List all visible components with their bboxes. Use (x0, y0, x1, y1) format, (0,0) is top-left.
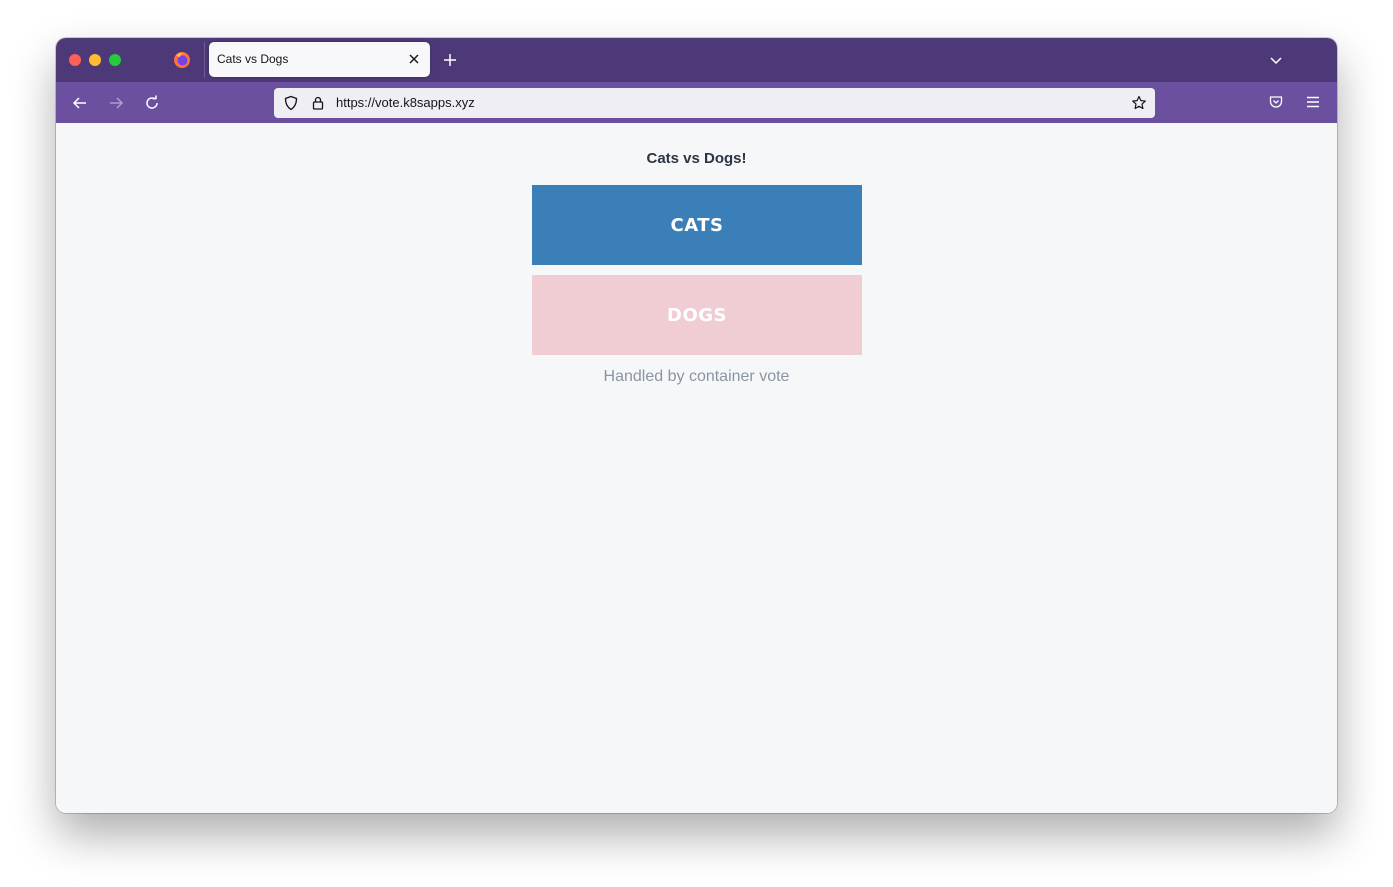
url-text[interactable]: https://vote.k8sapps.xyz (336, 95, 475, 110)
vote-cats-button[interactable]: CATS (532, 185, 862, 265)
page-content: Cats vs Dogs! CATS DOGS Handled by conta… (56, 123, 1337, 813)
container-info-text: Handled by container vote (603, 368, 790, 385)
chevron-down-icon[interactable] (1268, 52, 1284, 68)
tab-cats-vs-dogs[interactable]: Cats vs Dogs (209, 42, 430, 77)
url-bar[interactable]: https://vote.k8sapps.xyz (274, 88, 1155, 118)
window-close-button[interactable] (69, 54, 81, 66)
arrow-right-icon[interactable] (107, 94, 125, 112)
vote-dogs-button[interactable]: DOGS (532, 275, 862, 355)
star-icon[interactable] (1131, 95, 1147, 111)
shield-icon[interactable] (283, 95, 299, 111)
reload-icon[interactable] (143, 94, 161, 112)
tab-bar: Cats vs Dogs (56, 38, 1337, 82)
navigation-toolbar: https://vote.k8sapps.xyz (56, 82, 1337, 123)
browser-window: Cats vs Dogs https://vote.k8sapps.xyz Ca… (56, 38, 1337, 813)
pocket-icon[interactable] (1268, 94, 1284, 110)
page-title: Cats vs Dogs! (646, 150, 747, 167)
window-maximize-button[interactable] (109, 54, 121, 66)
hamburger-menu-icon[interactable] (1305, 94, 1321, 110)
firefox-logo-icon (174, 52, 190, 68)
arrow-left-icon[interactable] (71, 94, 89, 112)
window-minimize-button[interactable] (89, 54, 101, 66)
lock-icon[interactable] (310, 95, 326, 111)
plus-icon[interactable] (442, 52, 458, 68)
close-icon[interactable] (406, 51, 422, 67)
tab-separator (204, 42, 205, 78)
tab-title: Cats vs Dogs (217, 52, 289, 66)
